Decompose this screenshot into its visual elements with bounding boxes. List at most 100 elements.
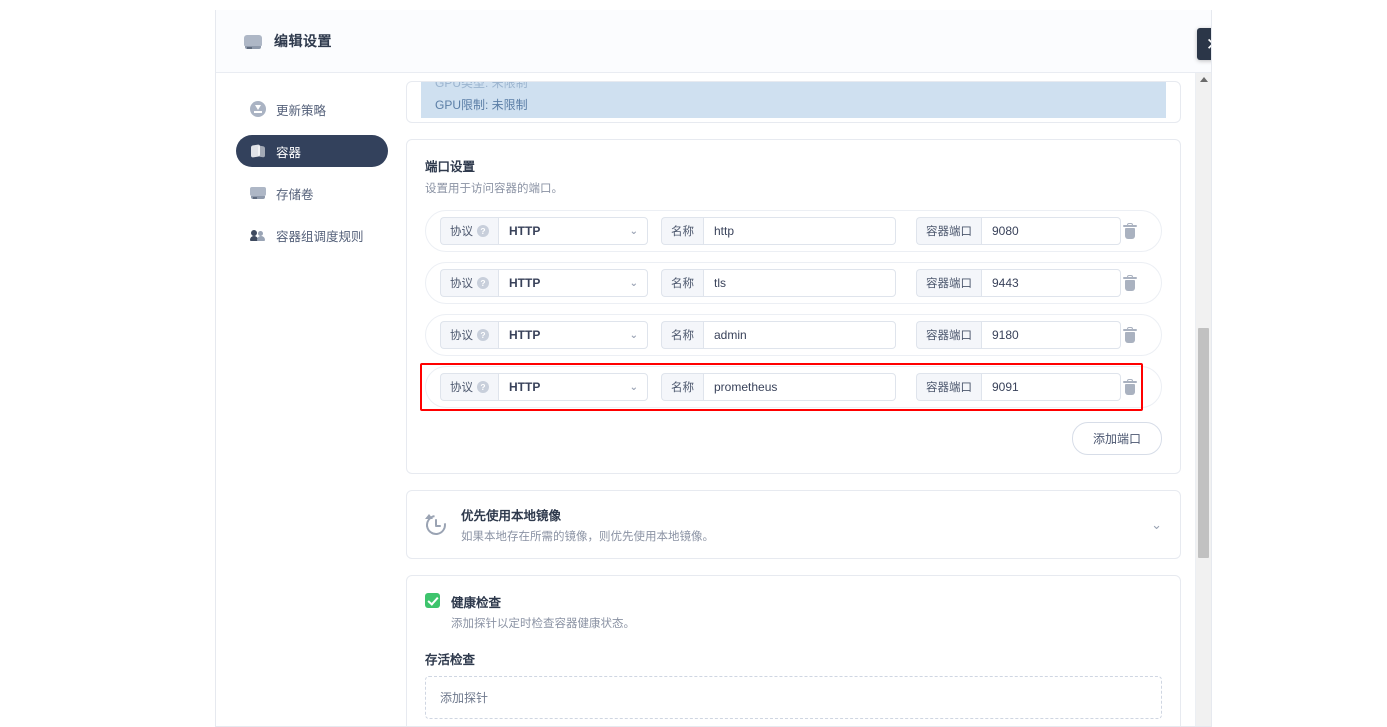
container-port-field: 容器端口 xyxy=(916,373,1121,401)
scrollbar-thumb[interactable] xyxy=(1198,328,1209,558)
page-title: 编辑设置 xyxy=(274,33,332,49)
port-row-highlighted: 协议 ? HTTP ⌄ 名称 prometheus 容器端口 9091 xyxy=(420,363,1162,411)
sidebar-item-storage-volume[interactable]: 存储卷 xyxy=(236,177,388,209)
sidebar-item-pod-scheduling[interactable]: 容器组调度规则 xyxy=(236,219,388,251)
protocol-value: HTTP xyxy=(509,276,541,290)
chevron-down-icon: ⌄ xyxy=(629,381,638,393)
protocol-select[interactable]: HTTP ⌄ xyxy=(498,217,648,245)
port-row: 协议 ? HTTP ⌄ 名称 xyxy=(425,314,1162,356)
port-name-input[interactable] xyxy=(703,217,896,245)
health-check-checkbox[interactable] xyxy=(425,593,440,608)
container-port-input[interactable] xyxy=(981,373,1121,401)
name-field: 名称 xyxy=(661,373,896,401)
help-icon[interactable]: ? xyxy=(477,277,489,289)
delete-port-icon[interactable] xyxy=(1121,274,1139,292)
name-label: 名称 xyxy=(661,217,703,245)
scroll-up-arrow-icon[interactable] xyxy=(1200,77,1208,82)
health-check-header: 健康检查 添加探针以定时检查容器健康状态。 xyxy=(425,592,1162,631)
port-row: 协议 ? HTTP ⌄ 名称 xyxy=(425,210,1162,252)
ports-card: 端口设置 设置用于访问容器的端口。 协议 ? HTTP ⌄ 名称 http 容器… xyxy=(406,139,1181,474)
protocol-label: 协议 ? xyxy=(440,373,498,401)
sidebar-item-label: 容器组调度规则 xyxy=(276,229,364,244)
content-wrapper: GPU类型: 未限制 GPU限制: 未限制 端口设置 设置用于访问容器的端口。 … xyxy=(396,73,1211,726)
update-strategy-icon xyxy=(250,101,266,117)
container-port-label: 容器端口 xyxy=(916,269,981,297)
protocol-field: 协议 ? HTTP ⌄ xyxy=(440,321,648,349)
name-field: 名称 xyxy=(661,217,896,245)
container-port-input[interactable] xyxy=(981,217,1121,245)
port-name-input[interactable] xyxy=(703,321,896,349)
container-port-field: 容器端口 xyxy=(916,321,1121,349)
local-image-card[interactable]: 优先使用本地镜像 如果本地存在所需的镜像，则优先使用本地镜像。 ⌄ xyxy=(406,490,1181,559)
protocol-field: 协议 ? HTTP ⌄ xyxy=(440,217,648,245)
sidebar-item-label: 存储卷 xyxy=(276,187,314,202)
content-scrollbar[interactable] xyxy=(1195,73,1211,726)
close-icon[interactable]: ✕ xyxy=(1197,28,1211,60)
resource-limits-band: GPU类型: 未限制 GPU限制: 未限制 xyxy=(421,81,1166,118)
protocol-field: 协议 ? HTTP ⌄ xyxy=(440,373,648,401)
settings-content: GPU类型: 未限制 GPU限制: 未限制 端口设置 设置用于访问容器的端口。 … xyxy=(396,73,1195,726)
local-image-text: 优先使用本地镜像 如果本地存在所需的镜像，则优先使用本地镜像。 xyxy=(461,505,1151,544)
help-icon[interactable]: ? xyxy=(477,225,489,237)
container-port-input[interactable] xyxy=(981,321,1121,349)
health-check-title: 健康检查 xyxy=(451,596,502,610)
name-label: 名称 xyxy=(661,321,703,349)
protocol-label: 协议 ? xyxy=(440,321,498,349)
delete-port-icon[interactable] xyxy=(1121,326,1139,344)
port-row: 协议 ? HTTP ⌄ 名称 xyxy=(425,262,1162,304)
server-icon xyxy=(244,32,262,50)
gpu-type-text: GPU类型: 未限制 xyxy=(435,81,528,90)
pod-scheduling-icon xyxy=(250,227,266,243)
ports-section-title: 端口设置 xyxy=(425,160,476,174)
container-port-label: 容器端口 xyxy=(916,373,981,401)
settings-sidebar: 更新策略 容器 存储卷 容器组调度规则 xyxy=(216,73,396,726)
port-name-input[interactable] xyxy=(703,373,896,401)
chevron-down-icon: ⌄ xyxy=(629,225,638,237)
chevron-down-icon[interactable]: ⌄ xyxy=(1151,517,1162,533)
container-port-label: 容器端口 xyxy=(916,321,981,349)
protocol-value: HTTP xyxy=(509,380,541,394)
protocol-value: HTTP xyxy=(509,328,541,342)
protocol-value: HTTP xyxy=(509,224,541,238)
ports-section-subtitle: 设置用于访问容器的端口。 xyxy=(425,183,563,195)
help-icon[interactable]: ? xyxy=(477,381,489,393)
container-port-field: 容器端口 xyxy=(916,269,1121,297)
sidebar-item-container[interactable]: 容器 xyxy=(236,135,388,167)
port-name-input[interactable] xyxy=(703,269,896,297)
liveness-probe-label: 存活检查 xyxy=(425,653,476,667)
modal-body: 更新策略 容器 存储卷 容器组调度规则 GPU类型: 未限制 GPU限制: 未限… xyxy=(216,73,1211,726)
modal-header: 编辑设置 ✕ xyxy=(216,10,1211,73)
local-image-title: 优先使用本地镜像 xyxy=(461,509,562,523)
protocol-label: 协议 ? xyxy=(440,217,498,245)
health-check-card: 健康检查 添加探针以定时检查容器健康状态。 存活检查 添加探针 检查容器是否存活… xyxy=(406,575,1181,726)
sidebar-item-update-strategy[interactable]: 更新策略 xyxy=(236,93,388,125)
help-icon[interactable]: ? xyxy=(477,329,489,341)
edit-settings-modal: 编辑设置 ✕ 更新策略 容器 存储卷 xyxy=(215,10,1212,727)
delete-port-icon[interactable] xyxy=(1121,222,1139,240)
name-label: 名称 xyxy=(661,269,703,297)
protocol-field: 协议 ? HTTP ⌄ xyxy=(440,269,648,297)
sidebar-item-label: 更新策略 xyxy=(276,103,327,118)
health-check-text: 健康检查 添加探针以定时检查容器健康状态。 xyxy=(451,592,635,631)
add-port-row: 添加端口 xyxy=(425,422,1162,455)
add-port-button[interactable]: 添加端口 xyxy=(1071,422,1162,455)
chevron-down-icon: ⌄ xyxy=(629,329,638,341)
delete-port-icon[interactable] xyxy=(1121,378,1139,396)
name-label: 名称 xyxy=(661,373,703,401)
health-check-subtitle: 添加探针以定时检查容器健康状态。 xyxy=(451,618,635,630)
resource-limits-card: GPU类型: 未限制 GPU限制: 未限制 xyxy=(406,81,1181,123)
container-port-input[interactable] xyxy=(981,269,1121,297)
gpu-limit-text: GPU限制: 未限制 xyxy=(435,98,528,112)
protocol-select[interactable]: HTTP ⌄ xyxy=(498,321,648,349)
container-port-field: 容器端口 xyxy=(916,217,1121,245)
name-field: 名称 xyxy=(661,321,896,349)
protocol-select[interactable]: HTTP ⌄ xyxy=(498,269,648,297)
protocol-select[interactable]: HTTP ⌄ xyxy=(498,373,648,401)
sidebar-item-label: 容器 xyxy=(276,145,302,160)
container-box-icon xyxy=(250,143,266,159)
local-image-subtitle: 如果本地存在所需的镜像，则优先使用本地镜像。 xyxy=(461,531,714,543)
history-clock-icon xyxy=(422,510,450,539)
name-field: 名称 xyxy=(661,269,896,297)
liveness-add-probe-button[interactable]: 添加探针 xyxy=(425,676,1162,719)
protocol-label: 协议 ? xyxy=(440,269,498,297)
